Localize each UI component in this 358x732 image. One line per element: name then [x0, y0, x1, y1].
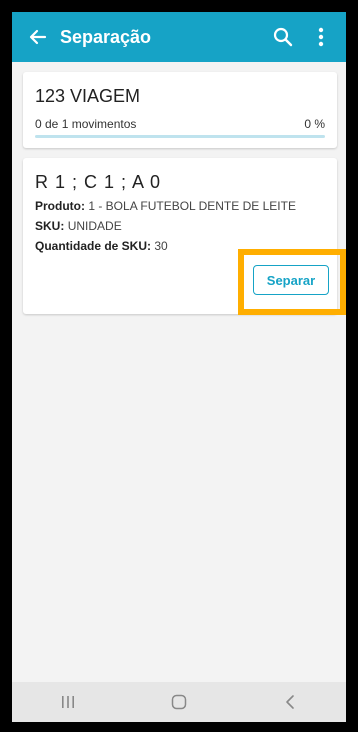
- more-vert-icon[interactable]: [306, 22, 336, 52]
- progress-bar: [35, 135, 325, 138]
- produto-line: Produto: 1 - BOLA FUTEBOL DENTE DE LEITE: [35, 199, 325, 213]
- search-icon[interactable]: [268, 22, 298, 52]
- sku-value: UNIDADE: [67, 219, 122, 233]
- page-title: Separação: [60, 26, 152, 47]
- home-icon[interactable]: [159, 687, 199, 717]
- location-code: R 1 ; C 1 ; A 0: [35, 172, 162, 192]
- arrow-left-icon[interactable]: [26, 25, 50, 49]
- nav-back-icon[interactable]: [270, 687, 310, 717]
- movements-text: 0 de 1 movimentos: [35, 117, 137, 131]
- recents-icon[interactable]: [48, 687, 88, 717]
- trip-card[interactable]: 123 VIAGEM 0 de 1 movimentos 0 %: [23, 72, 337, 148]
- percent-text: 0 %: [304, 117, 325, 131]
- system-nav-bar: [12, 682, 346, 722]
- qty-label: Quantidade de SKU:: [35, 239, 152, 253]
- sku-line: SKU: UNIDADE: [35, 219, 325, 233]
- produto-value: 1 - BOLA FUTEBOL DENTE DE LEITE: [88, 199, 296, 213]
- phone-screen: Separação 123 VIAGEM 0 de 1 movimentos 0…: [12, 12, 346, 722]
- app-bar: Separação: [12, 12, 346, 62]
- trip-name: 123 VIAGEM: [35, 86, 141, 106]
- qty-value: 30: [154, 239, 168, 253]
- progress-row: 0 de 1 movimentos 0 %: [35, 117, 325, 131]
- separar-button[interactable]: Separar: [253, 265, 329, 295]
- produto-label: Produto:: [35, 199, 85, 213]
- sku-label: SKU:: [35, 219, 65, 233]
